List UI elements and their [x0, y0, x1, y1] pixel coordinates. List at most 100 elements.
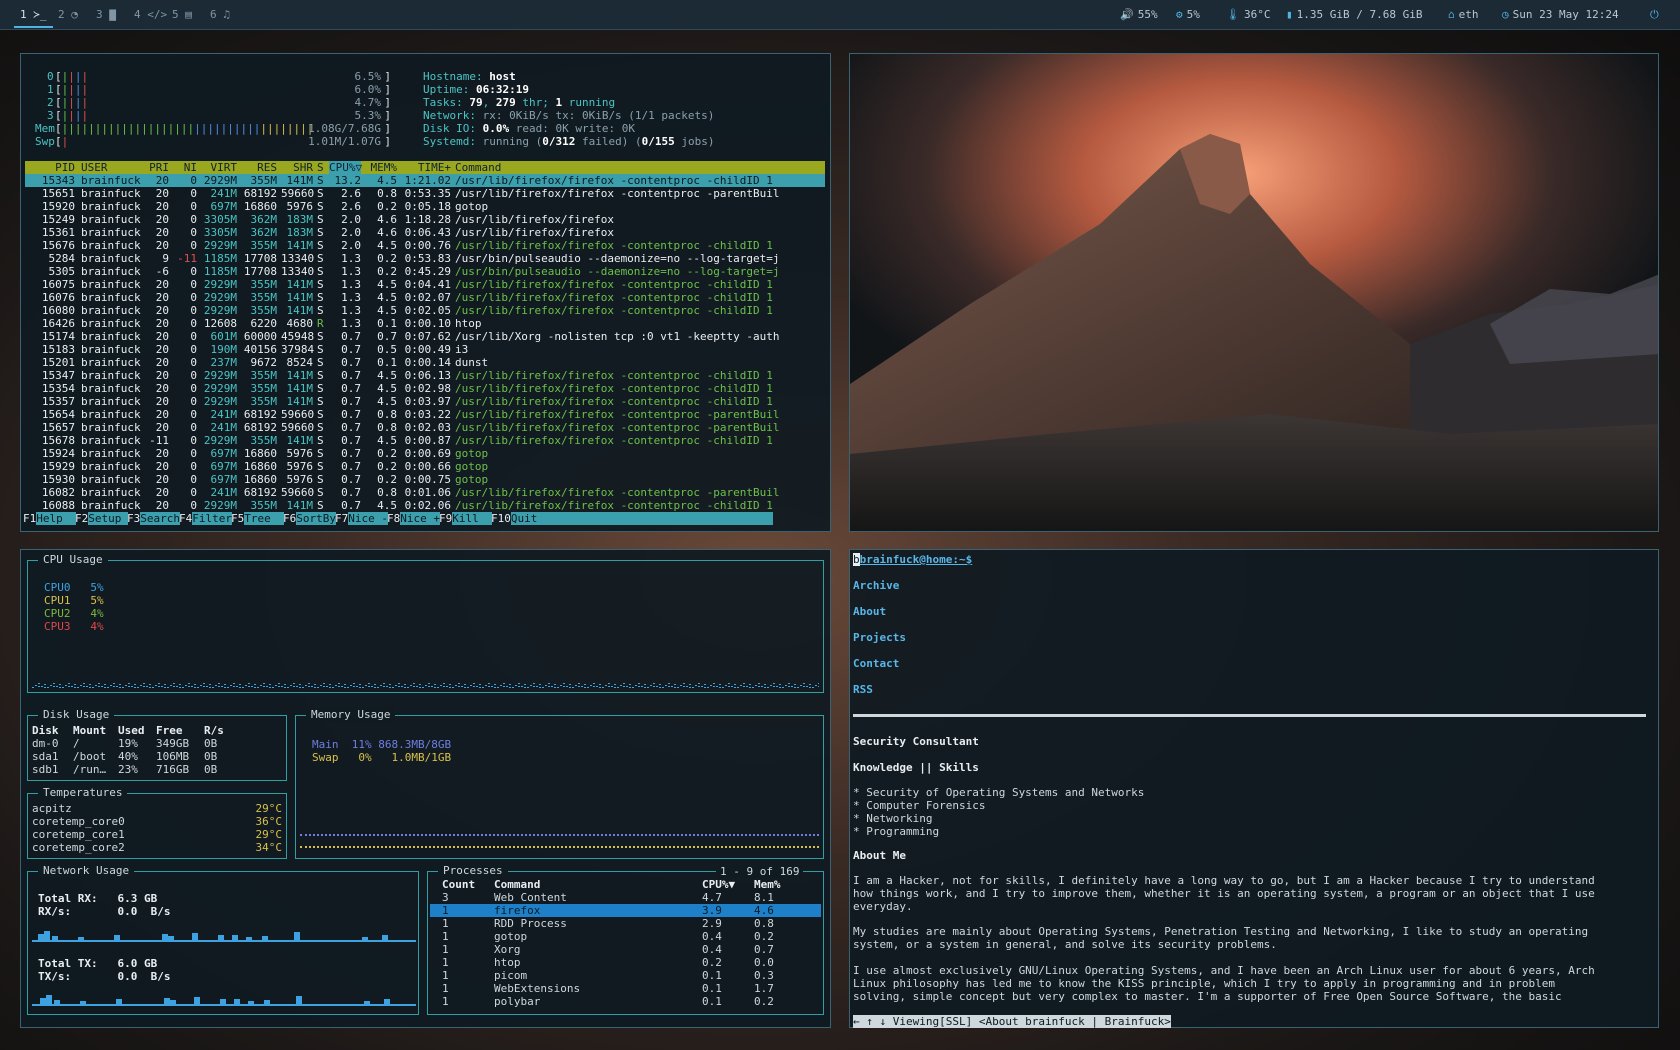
cpu-graph-dot — [761, 686, 763, 687]
nav-link-about[interactable]: About — [853, 605, 886, 618]
column-header[interactable]: NI — [175, 161, 197, 174]
cpu-graph-dot — [152, 687, 154, 688]
process-cell: 2.0 — [341, 239, 361, 252]
process-list-row[interactable]: 1 Xorg 0.4 0.7 — [430, 943, 821, 956]
nav-link-contact[interactable]: Contact — [853, 657, 899, 670]
nav-link-archive[interactable]: Archive — [853, 579, 899, 592]
fkey-f5[interactable]: F5Tree — [231, 512, 284, 525]
process-list-row[interactable]: 3 Web Content 4.7 8.1 — [430, 891, 821, 904]
power-icon[interactable]: ⏻ — [1650, 0, 1659, 30]
nav-link-projects[interactable]: Projects — [853, 631, 906, 644]
process-row[interactable]: 16082 brainfuck 20 0 241M 68192 59660 S 0.7 0.8 0:… — [25, 486, 825, 499]
fkey-f8[interactable]: F8Nice + — [387, 512, 440, 525]
process-row[interactable]: 15183 brainfuck 20 0 190M 40156 37984 S 0.7 0.5 0:… — [25, 343, 825, 356]
clock[interactable]: ◷ Sun 23 May 12:24 — [1502, 0, 1619, 30]
processes-panel[interactable]: Processes 1 - 9 of 169 Count Command CPU%▼… — [427, 864, 824, 1015]
process-list-row[interactable]: 1 firefox 3.9 4.6 — [430, 904, 821, 917]
graph-bar — [40, 998, 46, 1004]
process-row[interactable]: 15929 brainfuck 20 0 697M 16860 5976 S 0.7 0.2 0:0… — [25, 460, 825, 473]
process-row[interactable]: 15354 brainfuck 20 0 2929M 355M 141M S 0.7 4.5 0:0… — [25, 382, 825, 395]
wallpaper-viewer-window[interactable] — [849, 53, 1659, 532]
process-header-cell[interactable]: Count — [442, 878, 475, 891]
process-cell: 5976 — [286, 460, 314, 473]
column-header[interactable]: VIRT — [201, 161, 238, 174]
process-row[interactable]: 16080 brainfuck 20 0 2929M 355M 141M S 1.3 4.5 0:0… — [25, 304, 825, 317]
process-list-row[interactable]: 1 RDD Process 2.9 0.8 — [430, 917, 821, 930]
column-header[interactable]: PID — [25, 161, 75, 174]
workspace-1[interactable]: 1 ≻_ — [14, 0, 53, 28]
process-cell: 0.7 — [341, 434, 361, 447]
process-list-row[interactable]: 1 picom 0.1 0.3 — [430, 969, 821, 982]
gotop-window[interactable]: CPU Usage CPU0 5% CPU1 5% CPU2 4% CPU3 4% D… — [20, 549, 831, 1028]
workspace-6[interactable]: 6 ♫ — [204, 0, 236, 28]
fkey-f1[interactable]: F1Help — [23, 512, 76, 525]
workspace-5[interactable]: 5 ▤ — [166, 0, 198, 28]
cpu-graph-dot — [584, 684, 586, 685]
process-row[interactable]: 15343 brainfuck 20 0 2929M 355M 141M S 13.2 4.5 1:… — [25, 174, 825, 187]
workspace-2[interactable]: 2 ◔ — [52, 0, 84, 28]
cpu-graph-dot — [377, 687, 379, 688]
workspace-3[interactable]: 3 ▇ — [90, 0, 122, 28]
column-header[interactable]: CPU%▽ — [329, 161, 362, 174]
fkey-f3[interactable]: F3Search — [127, 512, 180, 525]
process-row[interactable]: 16076 brainfuck 20 0 2929M 355M 141M S 1.3 4.5 0:0… — [25, 291, 825, 304]
cpu-graph-dot — [521, 686, 523, 687]
column-header[interactable]: TIME+ — [401, 161, 451, 174]
process-row[interactable]: 15654 brainfuck 20 0 241M 68192 59660 S 0.7 0.8 0:… — [25, 408, 825, 421]
cpu-graph-dot — [53, 683, 55, 684]
process-row[interactable]: 15924 brainfuck 20 0 697M 16860 5976 S 0.7 0.2 0:0… — [25, 447, 825, 460]
cpu-graph-dot — [758, 683, 760, 684]
column-header[interactable]: SHR — [281, 161, 313, 174]
process-row[interactable]: 15347 brainfuck 20 0 2929M 355M 141M S 0.7 4.5 0:0… — [25, 369, 825, 382]
process-row[interactable]: 15920 brainfuck 20 0 697M 16860 5976 S 2.6 0.2 0:0… — [25, 200, 825, 213]
process-cell: 2.6 — [341, 200, 361, 213]
cpu-graph-dot — [533, 686, 535, 687]
process-row[interactable]: 15657 brainfuck 20 0 241M 68192 59660 S 0.7 0.8 0:… — [25, 421, 825, 434]
terminal-browser-window[interactable]: bbrainfuck@home:~$ Archive About Projects C… — [849, 549, 1659, 1028]
process-cell: 0:03.22 — [404, 408, 451, 421]
fkey-f6[interactable]: F6SortBy — [283, 512, 336, 525]
process-row[interactable]: 5284 brainfuck 9 -11 1185M 17708 13340 S 1.3 0.2 0… — [25, 252, 825, 265]
process-row[interactable]: 15357 brainfuck 20 0 2929M 355M 141M S 0.7 4.5 0:0… — [25, 395, 825, 408]
process-header-cell[interactable]: Mem% — [754, 878, 781, 891]
fkey-f4[interactable]: F4Filter — [179, 512, 232, 525]
process-row[interactable]: 15676 brainfuck 20 0 2929M 355M 141M S 2.0 4.5 0:0… — [25, 239, 825, 252]
column-header[interactable]: MEM% — [365, 161, 398, 174]
process-row[interactable]: 16075 brainfuck 20 0 2929M 355M 141M S 1.3 4.5 0:0… — [25, 278, 825, 291]
process-list-row[interactable]: 1 polybar 0.1 0.2 — [430, 995, 821, 1008]
cpu-graph-dot — [104, 684, 106, 685]
process-row[interactable]: 15201 brainfuck 20 0 237M 9672 8524 S 0.7 0.1 0:00… — [25, 356, 825, 369]
fkey-f10[interactable]: F10Quit — [491, 512, 773, 525]
process-row[interactable]: 15930 brainfuck 20 0 697M 16860 5976 S 0.7 0.2 0:0… — [25, 473, 825, 486]
total-tx: Total TX: 6.0 GB — [38, 957, 158, 970]
fkey-f9[interactable]: F9Kill — [439, 512, 492, 525]
nav-link-rss[interactable]: RSS — [853, 683, 873, 696]
fkey-f7[interactable]: F7Nice - — [335, 512, 388, 525]
process-table-header[interactable]: PID USER PRI NI VIRT RES SHR S CPU%▽ MEM% TIME+ Com… — [25, 161, 825, 174]
process-list-row[interactable]: 1 gotop 0.4 0.2 — [430, 930, 821, 943]
process-row[interactable]: 15249 brainfuck 20 0 3305M 362M 183M S 2.0 4.6 1:1… — [25, 213, 825, 226]
cpu-graph-dot — [107, 687, 109, 688]
volume-indicator[interactable]: 🔊 55% — [1120, 0, 1158, 30]
column-header[interactable]: RES — [241, 161, 277, 174]
process-row[interactable]: 15651 brainfuck 20 0 241M 68192 59660 S 2.6 0.8 0:… — [25, 187, 825, 200]
process-row[interactable]: 15174 brainfuck 20 0 601M 60000 45948 S 0.7 0.7 0:… — [25, 330, 825, 343]
process-row[interactable]: 15361 brainfuck 20 0 3305M 362M 183M S 2.0 4.6 0:0… — [25, 226, 825, 239]
process-row[interactable]: 16088 brainfuck 20 0 2929M 355M 141M S 0.7 4.5 0:0… — [25, 499, 825, 512]
cpu-graph-dot — [629, 687, 631, 688]
column-header[interactable]: PRI — [147, 161, 169, 174]
process-header-cell[interactable]: Command — [494, 878, 540, 891]
column-header[interactable]: S — [317, 161, 327, 174]
cpu-graph-dot — [44, 684, 46, 685]
fkey-f2[interactable]: F2Setup — [75, 512, 128, 525]
graph-bar — [194, 997, 200, 1004]
column-header[interactable]: USER — [81, 161, 147, 174]
process-header-cell[interactable]: CPU%▼ — [702, 878, 735, 891]
htop-window[interactable]: 0 [|||| 6.5%] 1 [|||| 6.0%] 2 [|||| 4.7%] 3 [|||| 5… — [20, 53, 831, 532]
process-row[interactable]: 15678 brainfuck -11 0 2929M 355M 141M S 0.7 4.5 0:… — [25, 434, 825, 447]
process-list-row[interactable]: 1 WebExtensions 0.1 1.7 — [430, 982, 821, 995]
process-list-row[interactable]: 1 htop 0.2 0.0 — [430, 956, 821, 969]
process-row[interactable]: 16426 brainfuck 20 0 12608 6220 4680 R 1.3 0.1 0:0… — [25, 317, 825, 330]
column-header[interactable]: Command — [455, 161, 835, 174]
process-row[interactable]: 5305 brainfuck -6 0 1185M 17708 13340 S 1.3 0.2 0:… — [25, 265, 825, 278]
